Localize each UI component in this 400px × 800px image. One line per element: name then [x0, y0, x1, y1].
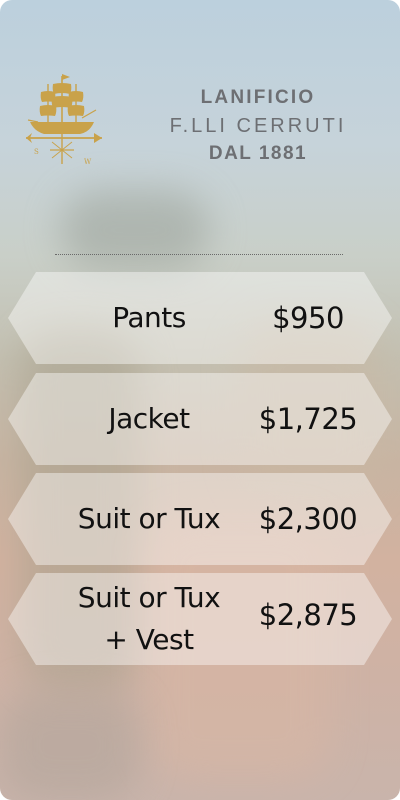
- brand-line-lanificio: LANIFICIO: [200, 87, 316, 108]
- brand-wordmark: LANIFICIO F.LLI CERRUTI DAL 1881: [140, 86, 376, 166]
- item-name: Pants: [112, 301, 186, 334]
- item-price: $950: [272, 301, 344, 335]
- price-row-suit-or-tux-vest: Suit or Tux + Vest $2,875: [8, 573, 392, 665]
- price-row-pants: Pants $950: [8, 272, 392, 364]
- dotted-divider: [55, 254, 343, 255]
- background-blur: [0, 690, 140, 800]
- item-name: Suit or Tux: [77, 502, 221, 535]
- item-name: Jacket: [108, 402, 190, 435]
- svg-text:W: W: [84, 158, 92, 166]
- item-name-line: Suit or Tux: [77, 581, 221, 614]
- item-name: Suit or Tux + Vest: [38, 573, 260, 665]
- brand-line-since: DAL 1881: [208, 143, 308, 164]
- price-row-suit-or-tux: Suit or Tux $2,300: [8, 473, 392, 565]
- brand-line-cerruti: F.LLI CERRUTI: [169, 115, 347, 137]
- price-row-jacket: Jacket $1,725: [8, 373, 392, 465]
- item-price: $2,300: [258, 502, 358, 536]
- item-name-line: + Vest: [104, 623, 194, 656]
- ship-weathervane-icon: S W: [26, 74, 102, 166]
- item-price: $1,725: [258, 402, 358, 436]
- item-price: $2,875: [258, 598, 358, 632]
- price-card: S W LANIFICIO F.LLI CERRUTI DAL 1881 Pan…: [0, 0, 400, 800]
- background-blur: [60, 190, 210, 270]
- svg-text:S: S: [34, 148, 39, 156]
